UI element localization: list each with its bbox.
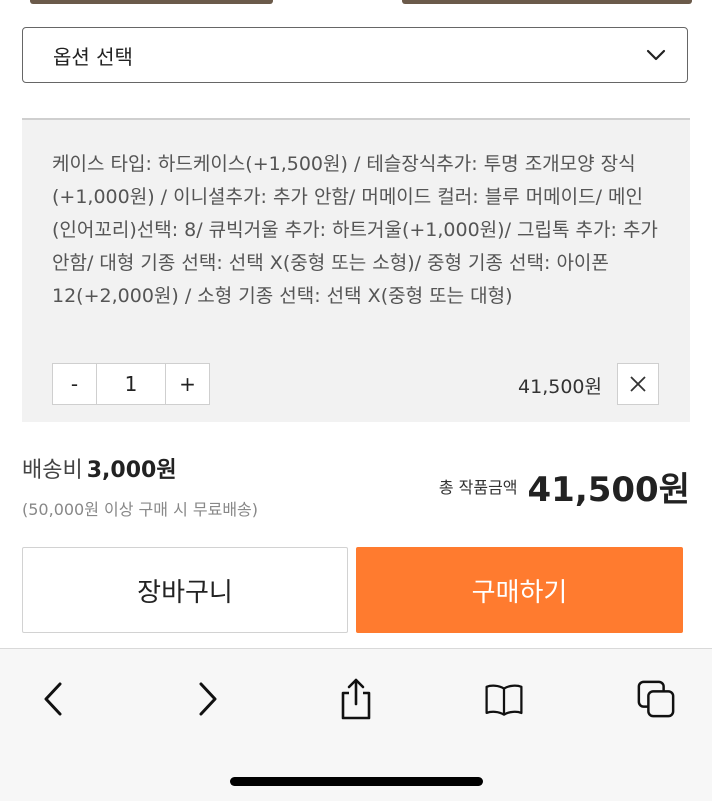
back-icon[interactable] — [33, 679, 73, 719]
shipping-info: 배송비 3,000원 (50,000원 이상 구매 시 무료배송) — [22, 452, 258, 520]
bookmarks-icon[interactable] — [484, 679, 524, 719]
close-icon — [630, 376, 646, 392]
shipping-label: 배송비 — [22, 458, 83, 483]
product-image-edge — [0, 0, 712, 6]
forward-icon[interactable] — [188, 679, 228, 719]
product-image-left — [30, 0, 273, 4]
home-indicator — [230, 777, 483, 786]
tabs-icon[interactable] — [636, 679, 676, 719]
selected-option-description: 케이스 타입: 하드케이스(+1,500원) / 테슬장식추가: 투명 조개모양… — [52, 153, 658, 307]
quantity-plus-button[interactable]: + — [166, 364, 209, 404]
browser-toolbar — [0, 648, 712, 801]
selected-option-panel: 케이스 타입: 하드케이스(+1,500원) / 테슬장식추가: 투명 조개모양… — [22, 118, 690, 422]
free-shipping-note: (50,000원 이상 구매 시 무료배송) — [22, 500, 259, 519]
option-price: 41,500원 — [518, 376, 602, 398]
add-to-cart-button[interactable]: 장바구니 — [22, 547, 348, 633]
product-image-right — [402, 0, 692, 4]
quantity-value[interactable]: 1 — [96, 364, 166, 404]
shipping-fee: 3,000원 — [86, 458, 177, 483]
option-select-label: 옵션 선택 — [53, 44, 133, 69]
remove-option-button[interactable] — [617, 363, 659, 405]
quantity-minus-button[interactable]: - — [53, 364, 96, 404]
total-price-amount: 41,500원 — [527, 470, 690, 510]
chevron-down-icon — [646, 49, 666, 61]
total-price-label: 총 작품금액 — [438, 478, 518, 497]
total-price: 총 작품금액 41,500원 — [439, 462, 690, 511]
buy-now-button[interactable]: 구매하기 — [356, 547, 683, 633]
share-icon[interactable] — [336, 678, 376, 720]
quantity-stepper: - 1 + — [52, 363, 210, 405]
option-select-dropdown[interactable]: 옵션 선택 — [22, 27, 688, 83]
